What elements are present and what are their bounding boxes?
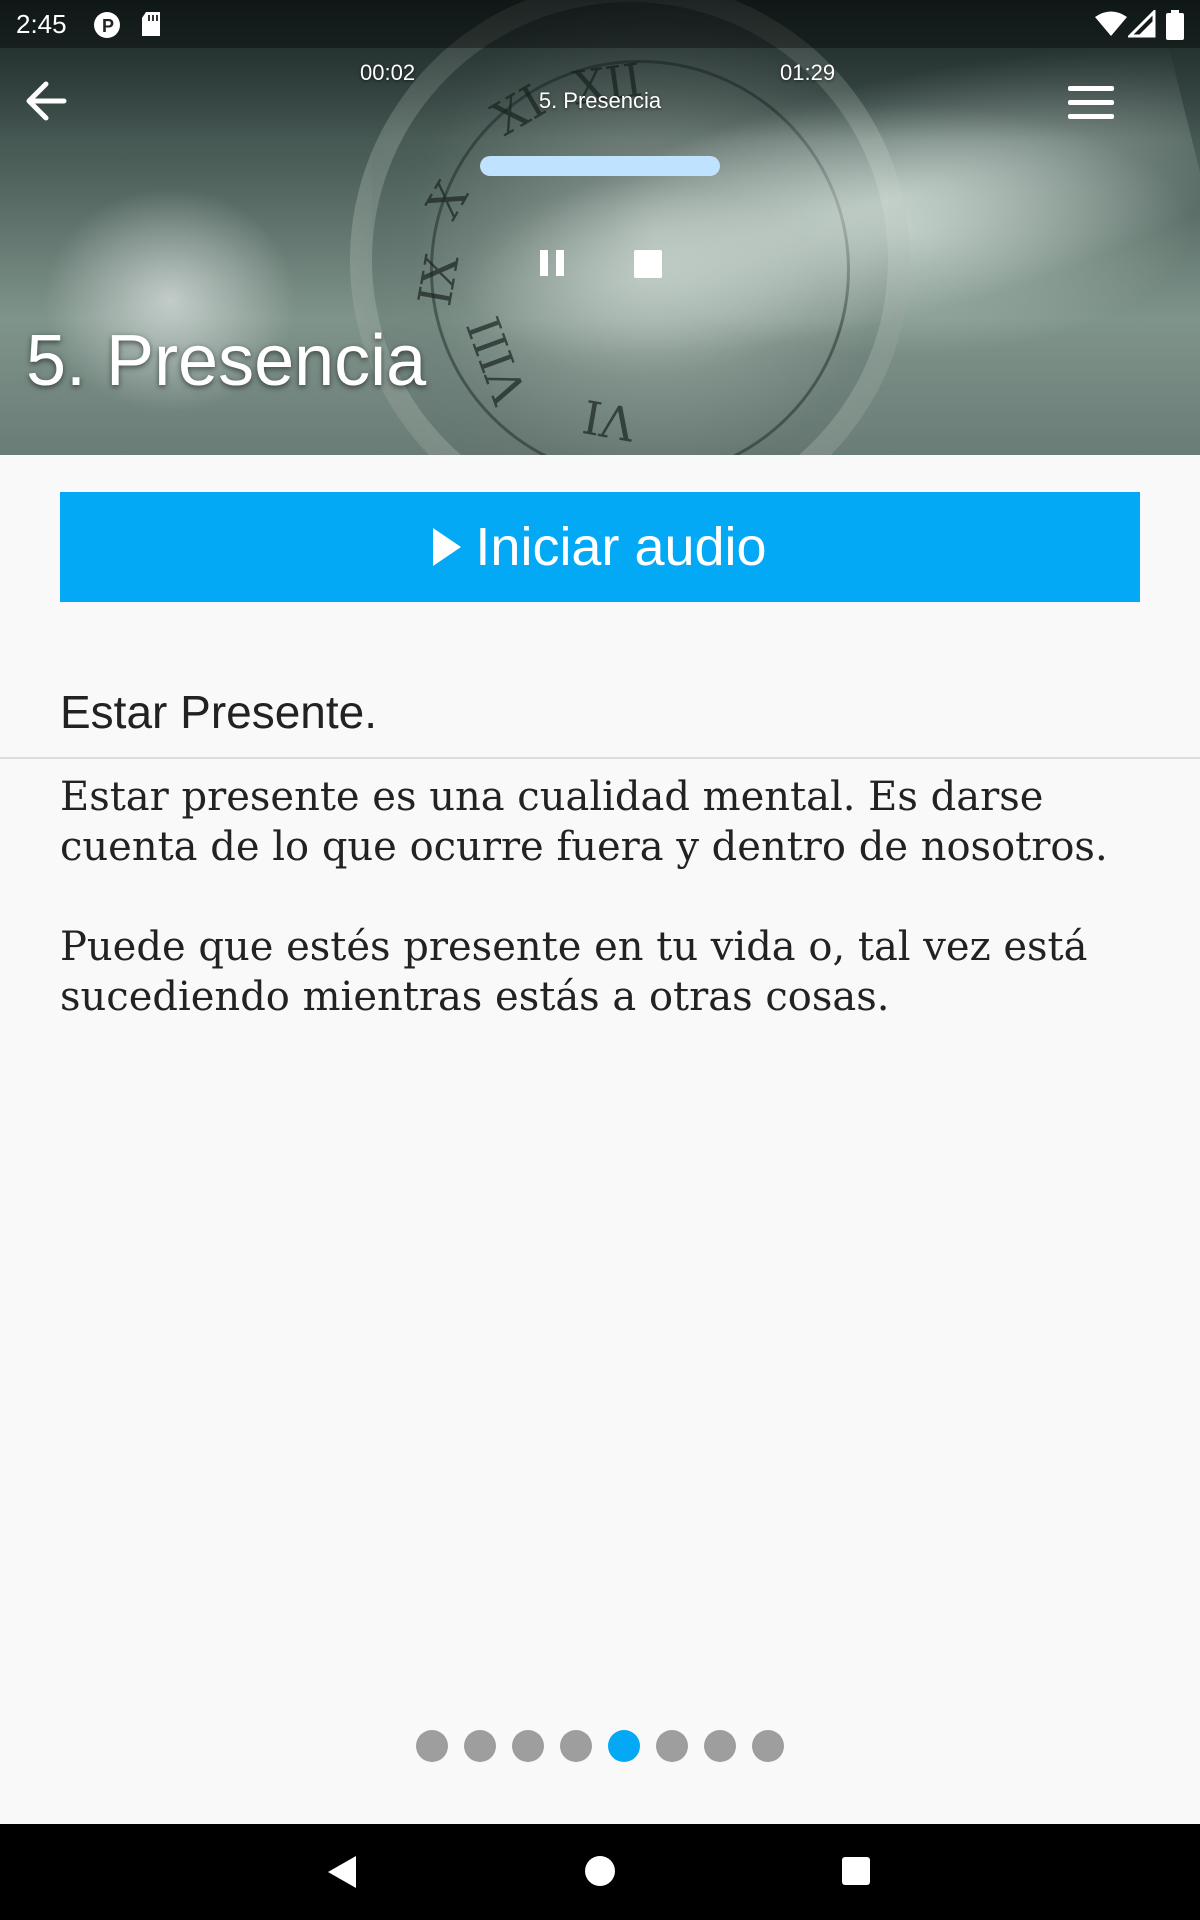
- page-indicator: [0, 1730, 1200, 1764]
- hero-header: XI XII X IX VIII VI 2:45 P: [0, 0, 1200, 455]
- start-audio-label: Iniciar audio: [475, 517, 767, 577]
- page-dot[interactable]: [560, 1730, 592, 1762]
- start-audio-button[interactable]: Iniciar audio: [60, 492, 1140, 602]
- progress-bar[interactable]: [480, 156, 720, 176]
- pause-icon-bar: [556, 250, 564, 276]
- body-paragraph: Estar presente es una cualidad mental. E…: [60, 774, 1108, 870]
- nav-back-icon[interactable]: [328, 1856, 356, 1888]
- svg-text:P: P: [102, 16, 114, 36]
- status-time: 2:45: [16, 9, 67, 39]
- elapsed-time: 00:02: [360, 60, 416, 85]
- nav-recents-icon[interactable]: [842, 1857, 870, 1885]
- nav-home-icon[interactable]: [585, 1856, 615, 1886]
- cell-signal-icon: [1126, 8, 1156, 43]
- play-icon: [433, 528, 462, 566]
- wifi-icon: [1094, 10, 1128, 43]
- hamburger-menu-line: [1068, 114, 1114, 119]
- body-paragraph: Puede que estés presente en tu vida o, t…: [60, 924, 1088, 1020]
- section-heading: Estar Presente.: [60, 686, 378, 738]
- page-dot[interactable]: [512, 1730, 544, 1762]
- stop-button[interactable]: [634, 250, 662, 278]
- page-dot-active[interactable]: [608, 1730, 640, 1762]
- sd-card-icon: [140, 10, 162, 43]
- pause-button[interactable]: [536, 246, 568, 280]
- page-title: 5. Presencia: [26, 321, 427, 401]
- page-dot[interactable]: [464, 1730, 496, 1762]
- pause-icon: [540, 250, 548, 276]
- page-dot[interactable]: [752, 1730, 784, 1762]
- status-bar: 2:45 P: [0, 0, 1200, 48]
- page-dot[interactable]: [704, 1730, 736, 1762]
- battery-icon: [1166, 10, 1184, 45]
- divider: [0, 757, 1200, 759]
- page-dot[interactable]: [416, 1730, 448, 1762]
- track-title: 5. Presencia: [538, 88, 662, 113]
- progress-fill: [480, 156, 720, 176]
- page-dot[interactable]: [656, 1730, 688, 1762]
- p-badge-icon: P: [92, 10, 122, 45]
- total-time: 01:29: [780, 60, 836, 85]
